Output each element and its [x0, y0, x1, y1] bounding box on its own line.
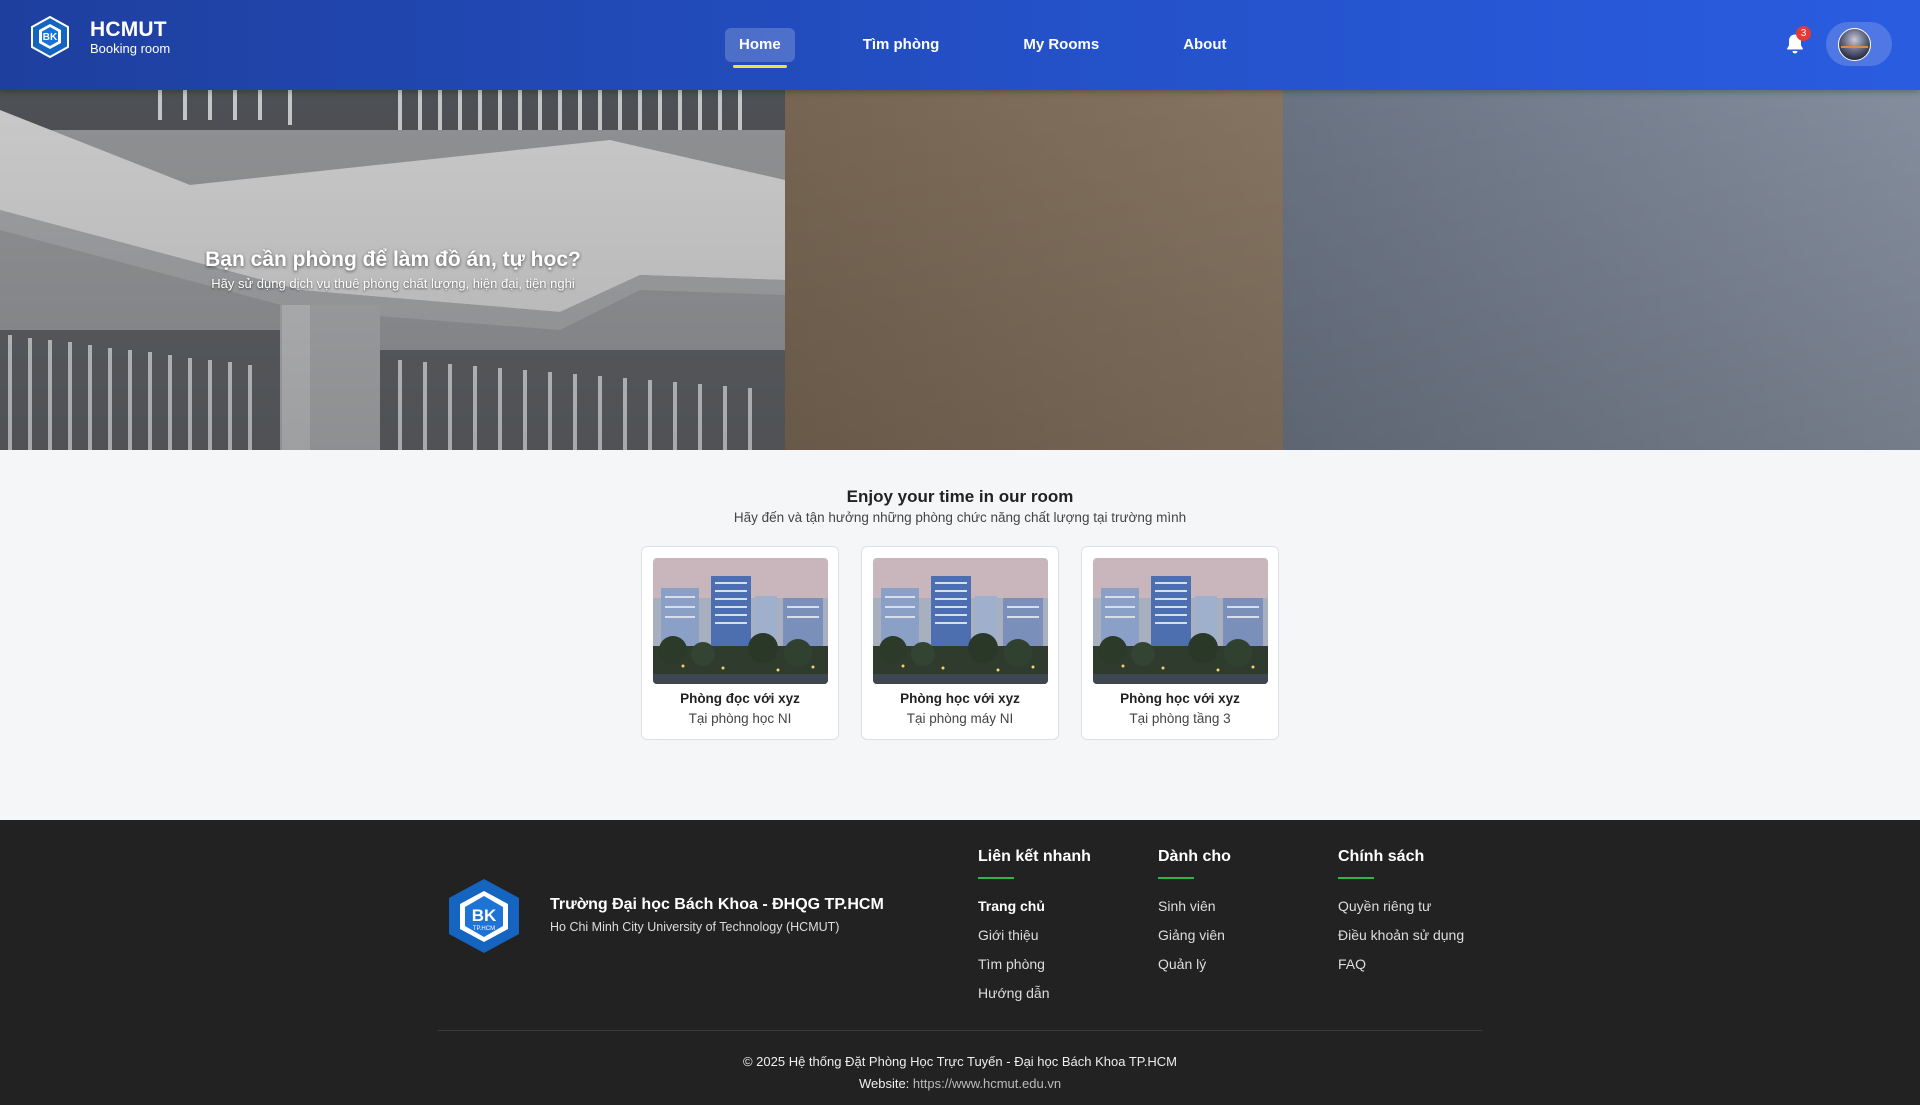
nav-home[interactable]: Home — [725, 28, 795, 68]
room-card-image — [653, 558, 828, 684]
room-card-location: Tại phòng học NI — [688, 711, 792, 726]
footer-website: Website: https://www.hcmut.edu.vn — [0, 1076, 1920, 1091]
hero-banner: Bạn cần phòng để làm đồ án, tự học? Hãy … — [0, 90, 1920, 450]
avatar[interactable] — [1838, 28, 1871, 61]
svg-text:BK: BK — [43, 32, 58, 43]
footer-col-heading: Dành cho — [1158, 848, 1231, 865]
main-nav: Home Tìm phòng My Rooms About — [725, 28, 1241, 68]
rooms-section-subtitle: Hãy đến và tận hưởng những phòng chức nă… — [733, 510, 1187, 525]
footer-col-quick-links: Liên kết nhanh Trang chủ Giới thiệu Tìm … — [978, 848, 1091, 1004]
room-card-image — [1093, 558, 1268, 684]
footer-col-policy: Chính sách Quyền riêng tư Điều khoản sử … — [1338, 848, 1464, 975]
rooms-section-title: Enjoy your time in our room — [846, 487, 1074, 506]
footer-col-heading: Chính sách — [1338, 848, 1425, 865]
footer-link-admin[interactable]: Quản lý — [1158, 956, 1231, 975]
hero-subtitle: Hãy sử dụng dịch vụ thuê phòng chất lượn… — [211, 276, 575, 291]
footer-link-home[interactable]: Trang chủ — [978, 898, 1091, 917]
footer-link-terms[interactable]: Điều khoản sử dụng — [1338, 927, 1464, 946]
footer-heading-underline — [1158, 877, 1194, 879]
nav-my-rooms[interactable]: My Rooms — [1009, 28, 1113, 62]
room-card[interactable]: Phòng học với xyz Tại phòng máy NI — [861, 546, 1059, 740]
footer-heading-underline — [978, 877, 1014, 879]
footer-link-guide[interactable]: Hướng dẫn — [978, 985, 1091, 1004]
footer-website-label: Website: — [858, 1076, 910, 1091]
footer-col-audience: Dành cho Sinh viên Giảng viên Quản lý — [1158, 848, 1231, 975]
brand[interactable]: BK HCMUT Booking room — [30, 16, 170, 58]
top-navbar: BK HCMUT Booking room Home Tìm phòng My … — [0, 0, 1920, 90]
room-cards: Phòng đọc với xyz Tại phòng học NI Phòng… — [641, 546, 1301, 740]
footer-copyright: © 2025 Hệ thống Đặt Phòng Học Trực Tuyến… — [742, 1054, 1178, 1069]
brand-subtitle: Booking room — [90, 41, 171, 56]
footer: BK TP.HCM Trường Đại học Bách Khoa - ĐHQ… — [0, 820, 1920, 1105]
brand-title: HCMUT — [90, 18, 167, 41]
footer-divider — [438, 1030, 1482, 1031]
hero-title: Bạn cần phòng để làm đồ án, tự học? — [205, 248, 581, 271]
room-card-title: Phòng học với xyz — [1120, 691, 1240, 706]
notification-badge: 3 — [1796, 26, 1811, 41]
footer-link-lecturers[interactable]: Giảng viên — [1158, 927, 1231, 946]
room-card-image — [873, 558, 1048, 684]
nav-find-room[interactable]: Tìm phòng — [849, 28, 954, 62]
svg-text:BK: BK — [472, 906, 497, 925]
footer-link-about[interactable]: Giới thiệu — [978, 927, 1091, 946]
room-card-title: Phòng học với xyz — [900, 691, 1020, 706]
room-card[interactable]: Phòng học với xyz Tại phòng tầng 3 — [1081, 546, 1279, 740]
bk-logo-icon: BK TP.HCM — [449, 879, 519, 953]
footer-link-privacy[interactable]: Quyền riêng tư — [1338, 898, 1464, 917]
nav-about[interactable]: About — [1169, 28, 1240, 62]
hcmut-logo-icon: BK — [31, 16, 69, 58]
footer-link-students[interactable]: Sinh viên — [1158, 898, 1231, 917]
footer-link-faq[interactable]: FAQ — [1338, 956, 1464, 975]
footer-org-name-en: Ho Chi Minh City University of Technolog… — [550, 920, 840, 934]
footer-heading-underline — [1338, 877, 1374, 879]
footer-website-link[interactable]: https://www.hcmut.edu.vn — [913, 1076, 1061, 1091]
room-card-location: Tại phòng máy NI — [906, 711, 1014, 726]
user-menu[interactable] — [1826, 22, 1892, 66]
room-card-location: Tại phòng tầng 3 — [1129, 711, 1231, 726]
room-card-title: Phòng đọc với xyz — [680, 691, 800, 706]
svg-text:TP.HCM: TP.HCM — [473, 926, 495, 932]
footer-link-find-room[interactable]: Tìm phòng — [978, 956, 1091, 975]
room-card[interactable]: Phòng đọc với xyz Tại phòng học NI — [641, 546, 839, 740]
footer-col-heading: Liên kết nhanh — [978, 848, 1091, 865]
footer-org-name: Trường Đại học Bách Khoa - ĐHQG TP.HCM — [550, 896, 884, 913]
